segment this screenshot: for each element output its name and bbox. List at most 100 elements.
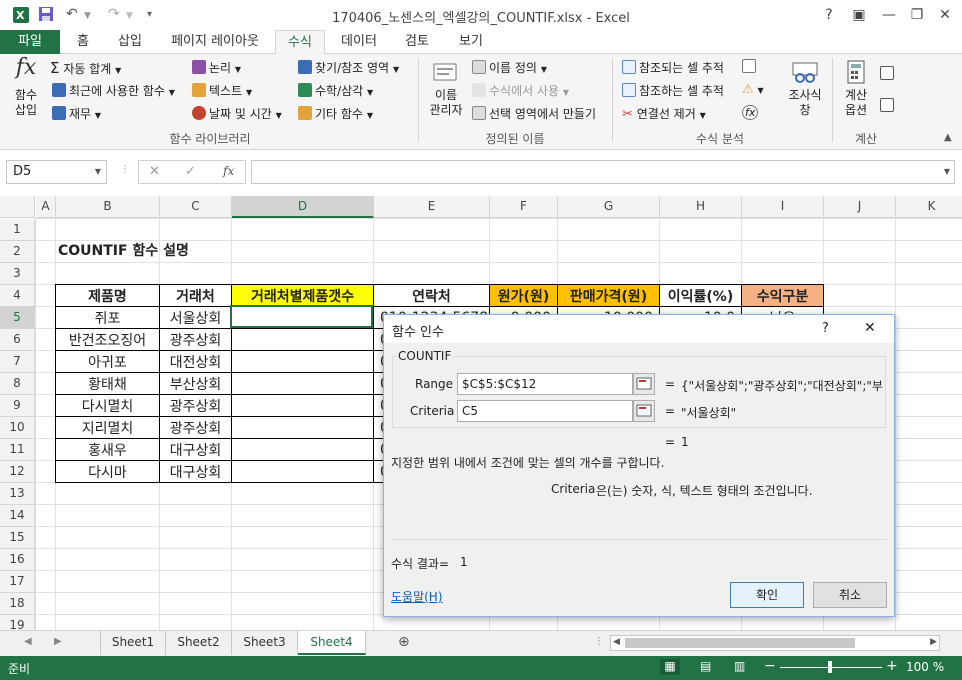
row-header-6[interactable]: 6 [0,329,35,351]
dialog-title-bar[interactable]: 함수 인수 ? ✕ [384,315,894,343]
column-header-d[interactable]: D [232,196,374,218]
chevron-down-icon[interactable]: ▼ [944,167,950,176]
confirm-edit-icon[interactable]: ✓ [185,164,196,179]
row-header-15[interactable]: 15 [0,527,35,549]
calculation-options-button[interactable]: 계산 옵션 [836,60,876,118]
row-header-14[interactable]: 14 [0,505,35,527]
close-button[interactable]: ✕ [931,4,959,26]
define-name-button[interactable]: 이름 정의 ▼ [472,59,547,76]
minimize-button[interactable]: — [875,4,903,26]
column-header-a[interactable]: A [36,196,56,218]
lookup-button[interactable]: 찾기/참조 영역 ▼ [298,59,399,76]
table-cell[interactable]: 부산상회 [159,372,232,395]
tab-file[interactable]: 파일 [0,30,60,54]
tab-view[interactable]: 보기 [448,30,494,54]
table-cell[interactable]: 광주상회 [159,328,232,351]
criteria-arg-input[interactable]: C5 [457,400,633,422]
table-header-cell[interactable]: 판매가격(원) [557,284,660,307]
hscroll-thumb[interactable] [625,638,855,648]
table-cell[interactable]: 다시멸치 [55,394,160,417]
table-header-cell[interactable]: 거래처별제품갯수 [231,284,374,307]
datetime-button[interactable]: 날짜 및 시간 ▼ [192,105,282,122]
formula-input[interactable]: ▼ [251,160,955,184]
trace-dependents-button[interactable]: 참조하는 셀 추적 [622,82,724,99]
table-cell[interactable]: 반건조오징어 [55,328,160,351]
zoom-out-icon[interactable]: − [764,658,776,674]
more-functions-button[interactable]: 기타 함수 ▼ [298,105,373,122]
evaluate-formula-button[interactable]: fx [742,105,759,120]
row-header-11[interactable]: 11 [0,439,35,461]
show-formulas-button[interactable] [742,59,759,74]
criteria-collapse-icon[interactable] [633,400,655,422]
table-cell[interactable] [231,328,374,351]
table-cell[interactable]: 홍새우 [55,438,160,461]
remove-arrows-button[interactable]: ✂ 연결선 제거 ▼ [622,105,706,122]
calculate-sheet-button[interactable] [880,98,897,113]
table-cell[interactable]: 대구상회 [159,438,232,461]
column-header-c[interactable]: C [160,196,232,218]
row-header-9[interactable]: 9 [0,395,35,417]
table-cell[interactable]: 지리멸치 [55,416,160,439]
sheet-tab-sheet2[interactable]: Sheet2 [166,631,232,655]
table-cell[interactable]: 쥐포 [55,306,160,329]
table-header-cell[interactable]: 수익구분 [741,284,824,307]
horizontal-scrollbar[interactable]: ◀ ▶ [610,635,940,651]
table-cell[interactable] [231,460,374,483]
trace-precedents-button[interactable]: 참조되는 셀 추적 [622,59,724,76]
row-header-17[interactable]: 17 [0,571,35,593]
hscroll-left-icon[interactable]: ◀ [613,637,620,647]
column-header-e[interactable]: E [374,196,490,218]
table-cell[interactable] [231,350,374,373]
math-button[interactable]: 수학/삼각 ▼ [298,82,373,99]
column-header-g[interactable]: G [558,196,660,218]
logical-button[interactable]: 논리 ▼ [192,59,241,76]
select-all-corner[interactable] [0,196,35,218]
calculate-now-button[interactable] [880,66,897,81]
sheet-tab-sheet4[interactable]: Sheet4 [298,631,366,655]
zoom-level[interactable]: 100 % [906,660,944,674]
table-cell[interactable]: 광주상회 [159,416,232,439]
range-collapse-icon[interactable] [633,373,655,395]
row-header-10[interactable]: 10 [0,417,35,439]
table-cell[interactable]: 대구상회 [159,460,232,483]
table-cell[interactable] [231,416,374,439]
page-break-view-icon[interactable]: ▥ [734,659,745,673]
new-sheet-icon[interactable]: ⊕ [398,634,410,650]
tab-insert[interactable]: 삽입 [110,30,150,54]
text-button[interactable]: 텍스트 ▼ [192,82,252,99]
range-arg-input[interactable]: $C$5:$C$12 [457,373,633,395]
tab-formulas[interactable]: 수식 [275,30,325,55]
table-header-cell[interactable]: 이익률(%) [659,284,742,307]
table-header-cell[interactable]: 연락처 [373,284,490,307]
insert-function-button[interactable]: fx 함수 삽입 [6,57,46,118]
ribbon-display-icon[interactable]: ▣ [845,4,873,26]
restore-button[interactable]: ❐ [903,4,931,26]
table-header-cell[interactable]: 제품명 [55,284,160,307]
zoom-in-icon[interactable]: + [886,658,898,674]
table-header-cell[interactable]: 거래처 [159,284,232,307]
dialog-close-icon[interactable]: ✕ [864,320,876,336]
financial-button[interactable]: 재무 ▼ [52,105,101,122]
table-cell[interactable] [231,372,374,395]
row-header-16[interactable]: 16 [0,549,35,571]
row-header-13[interactable]: 13 [0,483,35,505]
error-checking-button[interactable]: ⚠ ▼ [742,82,764,97]
collapse-ribbon-icon[interactable]: ▲ [944,132,952,143]
help-link[interactable]: 도움말(H) [391,588,443,605]
row-header-1[interactable]: 1 [0,219,35,241]
sheet-tab-sheet3[interactable]: Sheet3 [232,631,298,655]
table-cell[interactable]: 광주상회 [159,394,232,417]
column-header-j[interactable]: J [824,196,896,218]
sheet-title[interactable]: COUNTIF 함수 설명 [58,239,189,261]
column-header-h[interactable]: H [660,196,742,218]
scroll-left-icon[interactable]: ◀ [24,636,32,647]
row-header-8[interactable]: 8 [0,373,35,395]
column-header-k[interactable]: K [896,196,962,218]
create-from-selection-button[interactable]: 선택 영역에서 만들기 [472,105,596,122]
page-layout-view-icon[interactable]: ▤ [700,659,711,673]
row-header-5[interactable]: 5 [0,307,35,329]
recent-functions-button[interactable]: 최근에 사용한 함수 ▼ [52,82,175,99]
name-manager-button[interactable]: 이름 관리자 [424,60,468,118]
hscroll-right-icon[interactable]: ▶ [930,637,937,647]
row-header-19[interactable]: 19 [0,615,35,630]
